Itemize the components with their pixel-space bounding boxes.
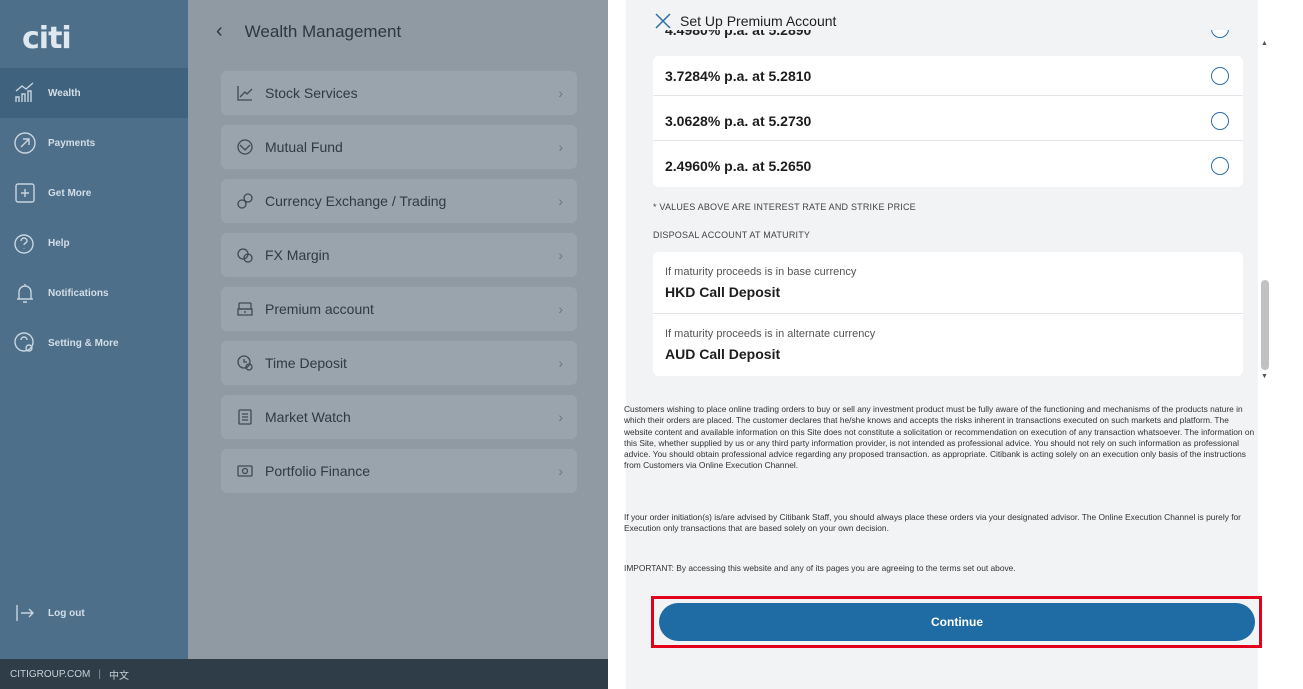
menu-item-label: Market Watch: [265, 409, 351, 425]
rate-radio[interactable]: [1211, 30, 1229, 38]
fx-margin-icon: [235, 245, 255, 265]
settings-gear-icon: [12, 330, 38, 356]
chevron-right-icon: ›: [558, 139, 563, 155]
citigroup-link[interactable]: CITIGROUP.COM: [10, 669, 90, 680]
chevron-right-icon: ›: [558, 85, 563, 101]
wealth-management-menu: ‹ Wealth Management Stock Services › Mut…: [188, 0, 608, 689]
rate-option[interactable]: 3.7284% p.a. at 5.2810: [653, 56, 1243, 96]
menu-item-label: Mutual Fund: [265, 139, 343, 155]
menu-item-label: Time Deposit: [265, 355, 347, 371]
chevron-left-icon: ‹: [216, 20, 223, 42]
market-watch-icon: [235, 407, 255, 427]
help-question-icon: [12, 230, 38, 256]
rate-option[interactable]: 3.0628% p.a. at 5.2730: [653, 101, 1243, 141]
rate-radio[interactable]: [1211, 111, 1229, 130]
disposal-alternate-currency: If maturity proceeds is in alternate cur…: [665, 328, 876, 362]
nav-item-help[interactable]: Help: [0, 218, 188, 268]
menu-item-fx-margin[interactable]: FX Margin ›: [221, 233, 577, 277]
nav-item-wealth[interactable]: Wealth: [0, 68, 188, 118]
menu-item-market-watch[interactable]: Market Watch ›: [221, 395, 577, 439]
currency-exchange-icon: [235, 191, 255, 211]
menu-footer: [188, 659, 608, 689]
rate-radio[interactable]: [1211, 66, 1229, 85]
menu-item-mutual-fund[interactable]: Mutual Fund ›: [221, 125, 577, 169]
rate-option-cut[interactable]: 4.4980% p.a. at 5.2890: [653, 30, 1243, 42]
wealth-chart-icon: [12, 80, 38, 106]
nav-label: Setting & More: [48, 337, 119, 349]
close-icon[interactable]: [654, 12, 672, 30]
menu-item-label: Stock Services: [265, 85, 358, 101]
menu-item-currency-exchange[interactable]: Currency Exchange / Trading ›: [221, 179, 577, 223]
rate-option[interactable]: 2.4960% p.a. at 5.2650: [653, 146, 1243, 186]
rate-options-card: 3.7284% p.a. at 5.2810 3.0628% p.a. at 5…: [653, 56, 1243, 187]
disposal-card: If maturity proceeds is in base currency…: [653, 252, 1243, 376]
language-chinese-link[interactable]: 中文: [109, 667, 129, 682]
chevron-right-icon: ›: [558, 247, 563, 263]
nav-label: Help: [48, 237, 70, 249]
scroll-down-arrow-icon[interactable]: ▼: [1261, 373, 1268, 380]
nav-label: Notifications: [48, 287, 109, 299]
get-more-plus-icon: [12, 180, 38, 206]
payments-arrow-icon: [12, 130, 38, 156]
continue-button[interactable]: Continue: [659, 603, 1255, 641]
mutual-fund-icon: [235, 137, 255, 157]
disclaimer-advisor-paragraph: If your order initiation(s) is/are advis…: [624, 512, 1241, 534]
chevron-right-icon: ›: [558, 301, 563, 317]
nav-item-notifications[interactable]: Notifications: [0, 268, 188, 318]
scrollbar-thumb[interactable]: [1261, 280, 1269, 370]
scrollbar[interactable]: ▲ ▼: [1258, 40, 1272, 380]
logout-label: Log out: [48, 607, 85, 619]
disclaimer-important: IMPORTANT: By accessing this website and…: [624, 563, 1016, 573]
menu-item-premium-account[interactable]: Premium account ›: [221, 287, 577, 331]
nav-item-get-more[interactable]: Get More: [0, 168, 188, 218]
premium-account-icon: [235, 299, 255, 319]
values-note: * VALUES ABOVE ARE INTEREST RATE AND STR…: [653, 202, 916, 212]
rate-radio[interactable]: [1211, 157, 1229, 175]
logout-button[interactable]: Log out: [0, 588, 188, 638]
chevron-right-icon: ›: [558, 409, 563, 425]
premium-account-panel: Set Up Premium Account 4.4980% p.a. at 5…: [608, 0, 1303, 689]
footer-separator: |: [98, 668, 101, 680]
menu-item-stock-services[interactable]: Stock Services ›: [221, 71, 577, 115]
nav-label: Get More: [48, 187, 92, 199]
chevron-right-icon: ›: [558, 463, 563, 479]
citi-logo[interactable]: citi: [22, 18, 72, 58]
chevron-right-icon: ›: [558, 355, 563, 371]
panel-title: Set Up Premium Account: [680, 13, 837, 29]
nav-item-settings[interactable]: Setting & More: [0, 318, 188, 368]
bell-icon: [12, 280, 38, 306]
menu-item-time-deposit[interactable]: Time Deposit ›: [221, 341, 577, 385]
stock-line-icon: [235, 83, 255, 103]
continue-highlight: Continue: [651, 596, 1262, 648]
chevron-right-icon: ›: [558, 193, 563, 209]
menu-item-portfolio-finance[interactable]: Portfolio Finance ›: [221, 449, 577, 493]
time-deposit-icon: [235, 353, 255, 373]
footer-bar: CITIGROUP.COM | 中文: [0, 659, 188, 689]
menu-item-label: Currency Exchange / Trading: [265, 193, 447, 209]
left-navigation: citi Wealth Payments Get More Help Notif…: [0, 0, 188, 689]
menu-title: Wealth Management: [244, 21, 402, 41]
portfolio-finance-icon: [235, 461, 255, 481]
disposal-base-currency: If maturity proceeds is in base currency…: [653, 252, 1243, 314]
disposal-heading: DISPOSAL ACCOUNT AT MATURITY: [653, 230, 811, 240]
scroll-up-arrow-icon[interactable]: ▲: [1261, 40, 1268, 47]
logout-arrow-icon: [12, 600, 38, 626]
menu-item-label: Premium account: [265, 301, 374, 317]
menu-item-label: FX Margin: [265, 247, 330, 263]
panel-header: Set Up Premium Account: [654, 12, 836, 30]
nav-label: Wealth: [48, 87, 81, 99]
nav-label: Payments: [48, 137, 96, 149]
nav-item-payments[interactable]: Payments: [0, 118, 188, 168]
menu-item-label: Portfolio Finance: [265, 463, 371, 479]
disclaimer-paragraph: Customers wishing to place online tradin…: [624, 404, 1255, 471]
menu-back-header[interactable]: ‹ Wealth Management: [216, 20, 401, 43]
